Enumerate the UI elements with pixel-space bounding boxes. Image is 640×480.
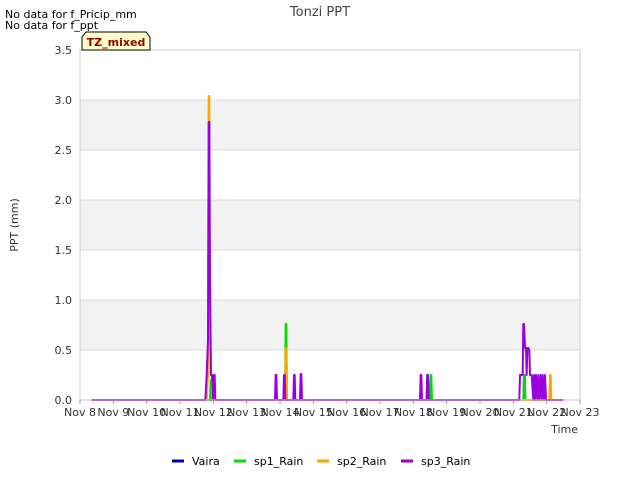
y-tick-label: 2.0 — [55, 194, 73, 207]
ppt-chart: Tonzi PPT 0.00.51.01.52.02.53.03.5 Nov 8… — [8, 5, 599, 468]
y-tick-label: 3.5 — [55, 44, 73, 57]
plot-band — [80, 200, 580, 250]
y-tick-label: 3.0 — [55, 94, 73, 107]
site-badge: TZ_mixed — [81, 31, 151, 51]
plot-band — [80, 300, 580, 350]
legend: Vaira sp1_Rain sp2_Rain sp3_Rain — [172, 455, 470, 468]
y-tick-label: 1.0 — [55, 294, 73, 307]
y-tick-label: 1.5 — [55, 244, 73, 257]
x-axis-label: Time — [550, 423, 578, 436]
x-tick-label: Nov 8 — [64, 406, 96, 419]
chart-title: Tonzi PPT — [289, 5, 350, 20]
plot-band — [80, 100, 580, 150]
x-tick-label: Nov 23 — [561, 406, 600, 419]
legend-label-sp1_rain: sp1_Rain — [254, 455, 303, 468]
x-tick-label: Nov 9 — [97, 406, 129, 419]
plot-area — [80, 50, 580, 400]
y-axis-label: PPT (mm) — [8, 198, 21, 252]
site-badge-label: TZ_mixed — [87, 36, 146, 49]
legend-label-sp3_rain: sp3_Rain — [421, 455, 470, 468]
legend-label-sp2_rain: sp2_Rain — [337, 455, 386, 468]
y-tick-label: 0.5 — [55, 344, 73, 357]
x-axis-ticks: Nov 8 Nov 9Nov 10Nov 11Nov 12Nov 13Nov 14… — [64, 400, 599, 419]
y-tick-label: 2.5 — [55, 144, 73, 157]
y-axis-ticks: 0.00.51.01.52.02.53.03.5 — [55, 44, 73, 407]
legend-label-vaira: Vaira — [192, 455, 220, 468]
